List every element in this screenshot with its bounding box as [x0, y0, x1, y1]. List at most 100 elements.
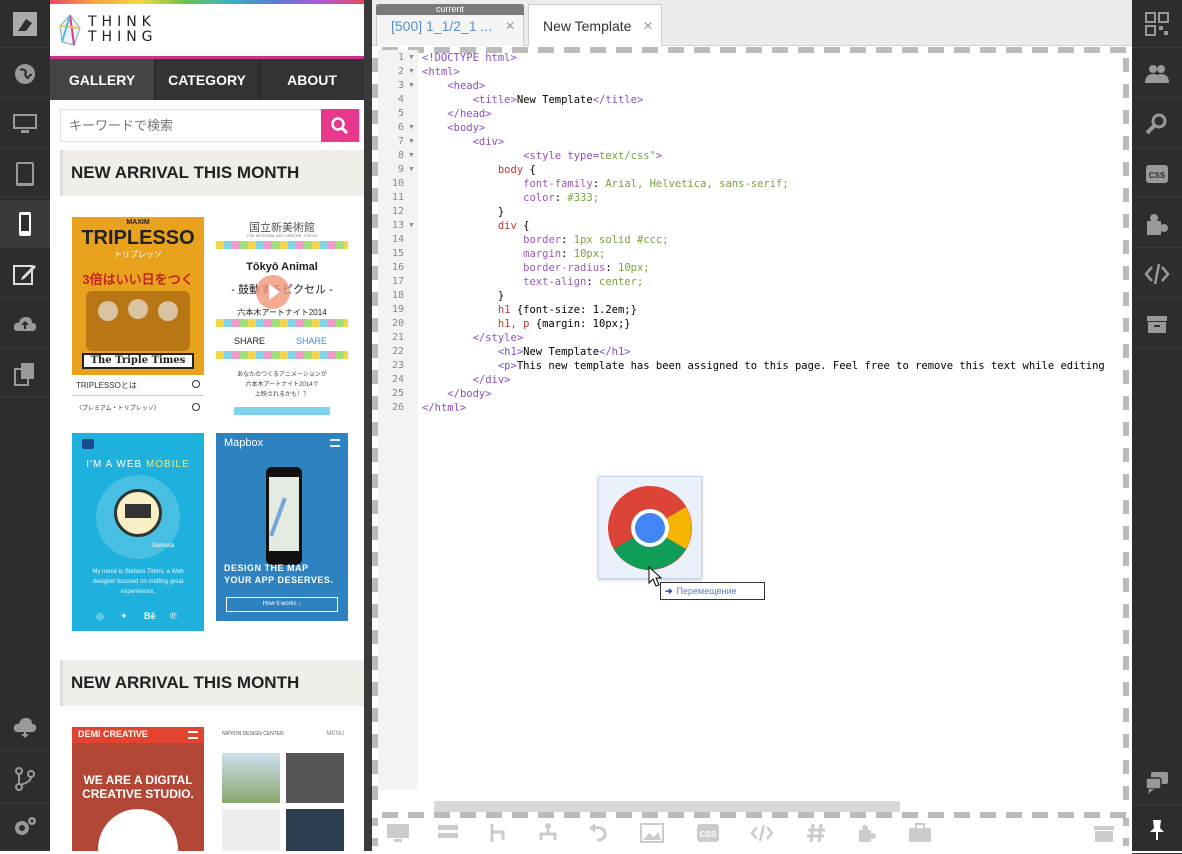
behance-icon[interactable]: Bē	[144, 611, 156, 621]
code-line[interactable]: <div>	[422, 136, 505, 148]
gallery-item-web-mobile[interactable]: I'M A WEB MOBILE Samurai My name is Stef…	[72, 433, 204, 631]
desktop-icon[interactable]	[384, 820, 412, 846]
desktop-icon[interactable]	[0, 100, 50, 148]
chat-icon[interactable]	[1132, 758, 1182, 806]
tab-new-template[interactable]: New Template ✕	[528, 4, 662, 46]
code-line[interactable]: <body>	[422, 122, 485, 134]
code-line[interactable]: <head>	[422, 80, 485, 92]
fold-toggle-icon[interactable]: ▼	[408, 82, 415, 89]
mapbox-cta-button[interactable]: How it works ↓	[226, 597, 338, 612]
archive-icon[interactable]	[1090, 820, 1118, 846]
fold-toggle-icon[interactable]: ▼	[408, 138, 415, 145]
css-icon[interactable]: CSS	[694, 820, 722, 846]
code-line[interactable]: <html>	[422, 66, 460, 78]
tokyo-share-tw[interactable]: SHARE	[296, 336, 327, 346]
cloud-upload-icon[interactable]	[0, 300, 50, 348]
code-line[interactable]: div {	[422, 220, 530, 232]
menu-icon[interactable]	[188, 731, 198, 739]
copy-icon[interactable]	[0, 350, 50, 398]
cloud-download-icon[interactable]	[0, 703, 50, 751]
nav-about[interactable]: ABOUT	[260, 59, 364, 100]
briefcase-icon[interactable]	[906, 820, 934, 846]
pin-icon[interactable]	[1132, 806, 1182, 854]
gallery-item-tokyo-animal[interactable]: 国立新美術館 THE NATIONAL ART CENTER, TOKYO Tō…	[216, 217, 348, 415]
panel-splitter[interactable]	[364, 0, 372, 851]
dragged-chrome-icon[interactable]	[598, 476, 702, 579]
code-line[interactable]: <!DOCTYPE html>	[422, 52, 517, 64]
code-line[interactable]: border: 1px solid #ccc;	[422, 234, 668, 246]
nav-gallery[interactable]: GALLERY	[50, 59, 155, 100]
code-line[interactable]: color: #333;	[422, 192, 599, 204]
code-line[interactable]: h1 {font-size: 1.2em;}	[422, 304, 637, 316]
globe-icon[interactable]	[0, 50, 50, 98]
users-icon[interactable]	[1132, 50, 1182, 98]
code-line[interactable]: text-align: center;	[422, 276, 643, 288]
code-line[interactable]: </div>	[422, 374, 511, 386]
section-title: NEW ARRIVAL THIS MONTH	[60, 660, 364, 706]
gallery-item-mapbox[interactable]: Mapbox DESIGN THE MAP YOUR APP DESERVES.…	[216, 433, 348, 621]
fold-toggle-icon[interactable]: ▼	[408, 54, 415, 61]
nav-category[interactable]: CATEGORY	[155, 59, 260, 100]
search-button[interactable]	[321, 109, 359, 142]
close-icon[interactable]: ✕	[505, 19, 515, 33]
settings-icon[interactable]	[0, 803, 50, 851]
site-logo[interactable]: THINK THING	[58, 14, 158, 46]
gallery-item-triplesso[interactable]: MAXIM TRIPLESSO トリプレッソ 3倍はいい日をつくる。 The T…	[72, 217, 204, 415]
code-line[interactable]: </head>	[422, 108, 491, 120]
menu-icon[interactable]	[330, 439, 340, 447]
code-icon[interactable]	[1132, 250, 1182, 298]
plugin-icon[interactable]	[1132, 200, 1182, 248]
phone-mockup	[266, 467, 302, 565]
dribbble-icon[interactable]: ◎	[96, 611, 104, 622]
code-line[interactable]: <title>New Template</title>	[422, 94, 644, 106]
image-icon[interactable]	[638, 820, 666, 846]
menu-icon[interactable]	[82, 439, 94, 449]
code-line[interactable]: h1, p {margin: 10px;}	[422, 318, 631, 330]
code-line[interactable]: font-family: Arial, Helvetica, sans-seri…	[422, 178, 789, 190]
line-number: 8	[397, 150, 404, 161]
twitter-icon[interactable]: ✦	[120, 611, 128, 622]
code-line[interactable]: margin: 10px;	[422, 248, 605, 260]
code-line[interactable]: <style type=text/css">	[422, 150, 662, 162]
archive-icon[interactable]	[1132, 300, 1182, 348]
layout-icon[interactable]	[434, 820, 462, 846]
fold-toggle-icon[interactable]: ▼	[408, 152, 415, 159]
search-input[interactable]	[61, 110, 323, 141]
app-logo-icon[interactable]	[0, 0, 50, 48]
code-line[interactable]: <h1>New Template</h1>	[422, 346, 631, 358]
gallery-item-demi-creative[interactable]: DEMI CREATIVE WE ARE A DIGITAL CREATIVE …	[72, 727, 204, 851]
hierarchy-icon[interactable]	[484, 820, 512, 846]
qr-code-icon[interactable]	[1132, 0, 1182, 48]
hash-icon[interactable]	[802, 820, 830, 846]
css-icon[interactable]: CSS	[1132, 150, 1182, 198]
fold-toggle-icon[interactable]: ▼	[408, 222, 415, 229]
code-line[interactable]: </style>	[422, 332, 524, 344]
fold-toggle-icon[interactable]: ▼	[408, 166, 415, 173]
code-line[interactable]: border-radius: 10px;	[422, 262, 649, 274]
fold-toggle-icon[interactable]: ▼	[408, 124, 415, 131]
code-line[interactable]: </html>	[422, 402, 466, 414]
sitemap-icon[interactable]	[534, 820, 562, 846]
code-line[interactable]: <p>This new template has been assigned t…	[422, 360, 1105, 372]
code-area[interactable]: 1 ▼ <!DOCTYPE html> 2 ▼ <html> 3 ▼ <head> 4 <tit…	[372, 50, 1132, 830]
tab-current-page[interactable]: current [500] 1_1/2_1 ... ✕	[376, 4, 524, 46]
gallery-item-nippon-design[interactable]: NIPPON DESIGN CENTER MENU	[216, 727, 348, 851]
plugin-icon[interactable]	[854, 820, 882, 846]
nippon-menu[interactable]: MENU	[326, 731, 344, 737]
tablet-icon[interactable]	[0, 150, 50, 198]
code-icon[interactable]	[748, 820, 776, 846]
search-icon[interactable]	[1132, 100, 1182, 148]
code-line[interactable]: }	[422, 206, 504, 218]
play-icon[interactable]	[256, 275, 290, 309]
branch-icon[interactable]	[0, 755, 50, 803]
undo-icon[interactable]	[584, 820, 612, 846]
fold-toggle-icon[interactable]: ▼	[408, 68, 415, 75]
tokyo-share-fb[interactable]: SHARE	[234, 336, 265, 346]
mobile-icon[interactable]	[0, 200, 50, 248]
close-icon[interactable]: ✕	[643, 19, 653, 33]
pinterest-icon[interactable]: ℗	[170, 611, 177, 621]
edit-icon[interactable]	[0, 250, 50, 298]
code-line[interactable]: }	[422, 290, 504, 302]
code-line[interactable]: </body>	[422, 388, 491, 400]
code-line[interactable]: body {	[422, 164, 536, 176]
